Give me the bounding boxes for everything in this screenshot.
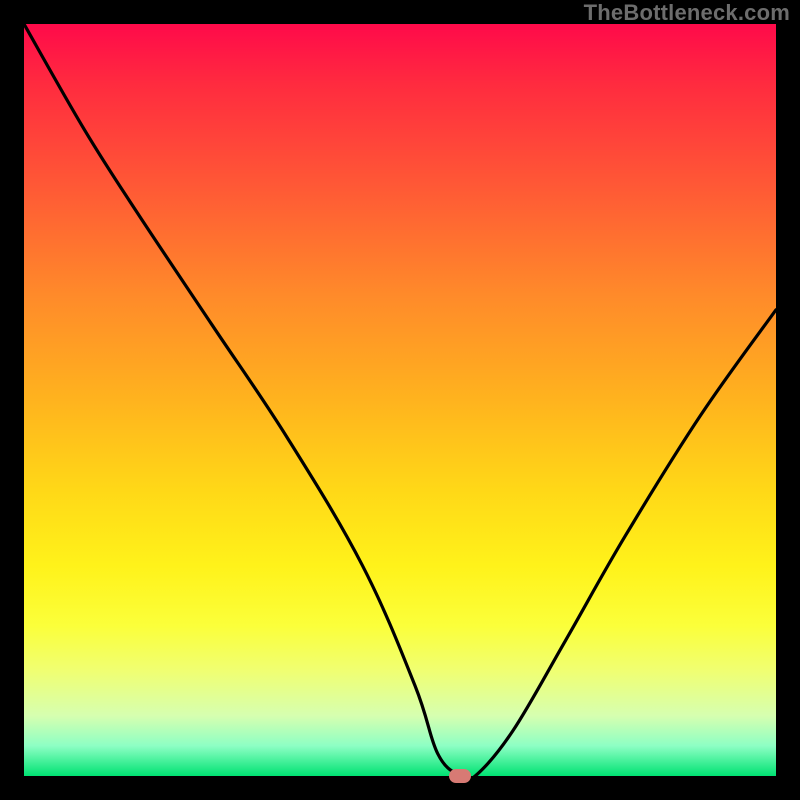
chart-container: TheBottleneck.com <box>0 0 800 800</box>
optimal-marker <box>449 769 471 783</box>
bottleneck-curve <box>24 24 776 776</box>
watermark-text: TheBottleneck.com <box>584 0 790 26</box>
